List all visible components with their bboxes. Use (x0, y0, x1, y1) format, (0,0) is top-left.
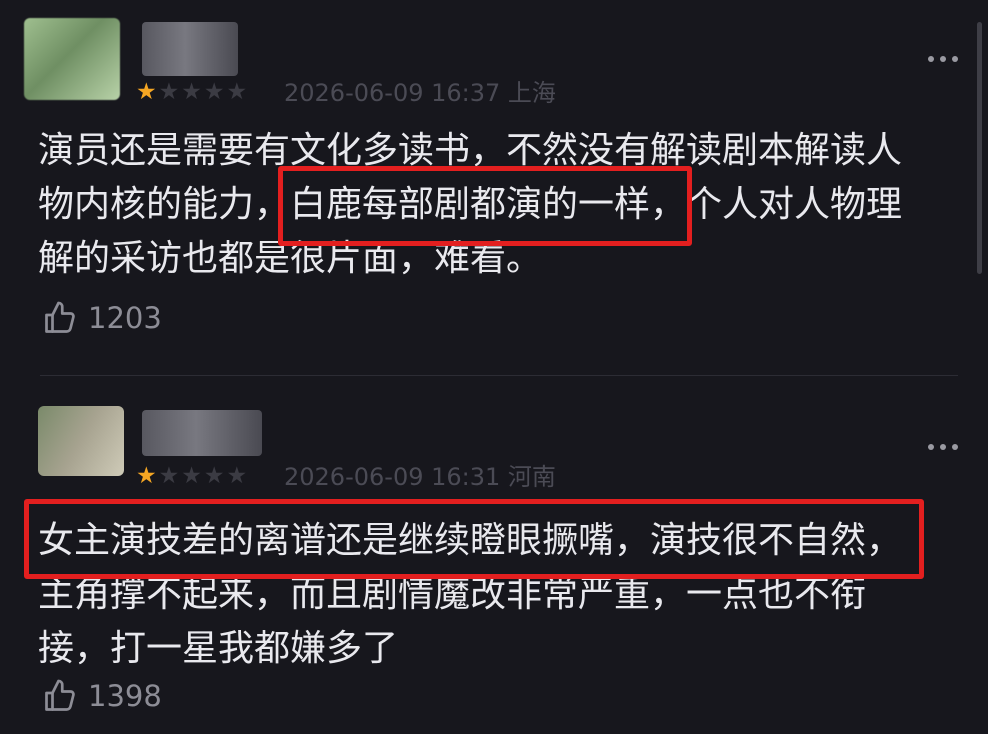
more-dots-icon[interactable] (928, 56, 958, 62)
comment-line: 演员还是需要有文化多读书，不然没有解读剧本解读人 (38, 130, 903, 171)
comment-timestamp: 2026-06-09 16:37 (284, 79, 501, 107)
star-icon: ★ (158, 463, 180, 489)
comment-location: 河南 (507, 463, 556, 491)
thumbs-up-icon (45, 301, 75, 333)
star-rating: ★ ★ ★ ★ ★ (136, 462, 247, 490)
comment-feed: ★ ★ ★ ★ ★ 2026-06-09 16:37 上海 演员还是需要有文化多… (0, 0, 988, 734)
star-rating: ★ ★ ★ ★ ★ (136, 78, 247, 106)
comment-location: 上海 (507, 79, 556, 107)
avatar[interactable] (38, 406, 124, 476)
comment-item: ★ ★ ★ ★ ★ 2026-06-09 16:37 上海 演员还是需要有文化多… (0, 0, 988, 372)
comment-line: 物内核的能力，白鹿每部剧都演的一样，个人对人物理 (38, 184, 903, 225)
star-icon: ★ (226, 79, 248, 105)
star-icon: ★ (226, 463, 248, 489)
divider (40, 375, 958, 376)
star-icon: ★ (181, 463, 202, 489)
comment-text: 演员还是需要有文化多读书，不然没有解读剧本解读人 物内核的能力，白鹿每部剧都演的… (38, 124, 938, 286)
like-button[interactable]: 1398 (42, 676, 162, 716)
star-icon: ★ (203, 79, 225, 105)
like-button[interactable]: 1203 (42, 298, 162, 338)
star-icon: ★ (158, 79, 180, 105)
comment-line: 接，打一星我都嫌多了 (38, 628, 399, 669)
comment-text: 女主演技差的离谱还是继续瞪眼撅嘴，演技很不自然， 主角撑不起来，而且剧情魔改非常… (38, 514, 938, 676)
comment-line: 女主演技差的离谱还是继续瞪眼撅嘴，演技很不自然， (38, 520, 903, 561)
username-blurred[interactable] (142, 22, 238, 76)
comment-item: ★ ★ ★ ★ ★ 2026-06-09 16:31 河南 女主演技差的离谱还是… (0, 380, 988, 734)
thumbs-up-icon (45, 679, 75, 711)
username-blurred[interactable] (142, 410, 262, 456)
star-icon: ★ (136, 79, 157, 105)
star-icon: ★ (203, 463, 225, 489)
more-dots-icon[interactable] (928, 444, 958, 450)
like-count: 1203 (88, 301, 162, 335)
comment-meta: 2026-06-09 16:37 上海 (284, 78, 556, 108)
comment-timestamp: 2026-06-09 16:31 (284, 463, 501, 491)
star-icon: ★ (136, 463, 157, 489)
comment-line: 主角撑不起来，而且剧情魔改非常严重，一点也不衔 (38, 574, 867, 615)
comment-line: 解的采访也都是很片面，难看。 (38, 238, 543, 279)
star-icon: ★ (181, 79, 202, 105)
avatar[interactable] (24, 18, 120, 100)
comment-meta: 2026-06-09 16:31 河南 (284, 462, 556, 492)
like-count: 1398 (88, 679, 162, 713)
